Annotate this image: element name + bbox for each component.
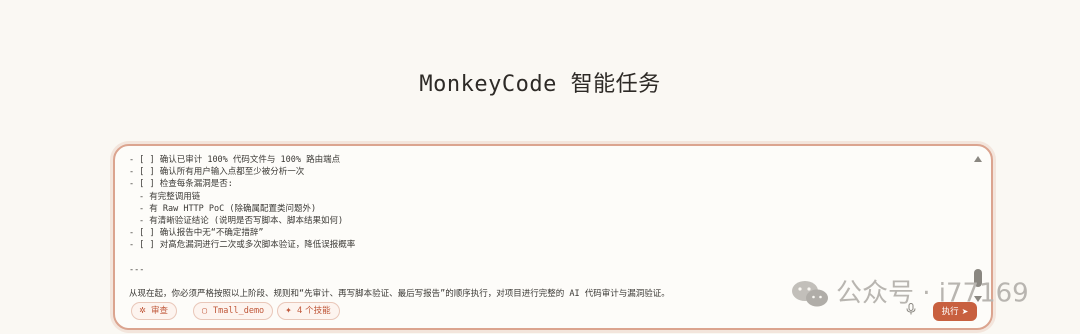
bug-icon: ✲ — [139, 306, 146, 315]
page-title: MonkeyCode 智能任务 — [419, 72, 661, 97]
scroll-up-arrow[interactable] — [974, 156, 982, 162]
editor-line: - [ ] 检查每条漏洞是否: — [129, 179, 233, 190]
editor-line: - [ ] 确认所有用户输入点都至少被分析一次 — [129, 167, 305, 178]
editor-line: - 有 Raw HTTP PoC (除确属配置类问题外) — [139, 203, 317, 214]
review-chip[interactable]: ✲ 审查 — [131, 302, 178, 320]
repo-icon: ▢ — [202, 306, 207, 315]
watermark: 公众号 · i77169 — [790, 273, 1029, 313]
editor-line: - [ ] 确认已审计 100% 代码文件与 100% 路由端点 — [129, 155, 341, 165]
repo-chip-label: Tmall_demo — [213, 306, 265, 316]
repo-chip[interactable]: ▢ Tmall_demo — [193, 302, 274, 320]
skills-chip-label: 4 个技能 — [297, 306, 331, 316]
wechat-icon — [790, 279, 830, 309]
watermark-text: 公众号 · i77169 — [836, 278, 1029, 309]
editor-line: - 有清晰验证结论 (说明是否写脚本、脚本结果如何) — [139, 215, 344, 226]
review-chip-label: 审查 — [151, 306, 169, 316]
editor-line: - [ ] 确认报告中无“不确定措辞” — [129, 228, 264, 239]
skills-icon: ✦ — [285, 306, 292, 315]
skills-chip[interactable]: ✦ 4 个技能 — [277, 302, 340, 320]
editor-line: - 有完整调用链 — [139, 191, 201, 202]
editor-line: - [ ] 对高危漏洞进行二次或多次脚本验证，降低误报概率 — [129, 240, 356, 251]
